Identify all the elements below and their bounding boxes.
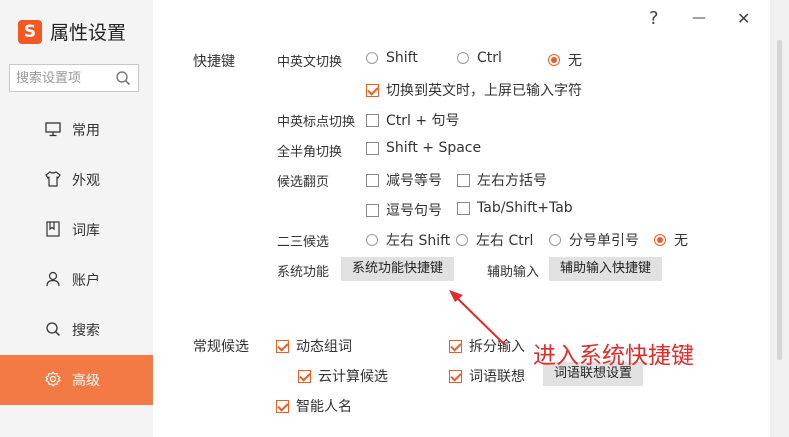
radio-label: 无 — [674, 233, 688, 249]
sidebar-item-advanced[interactable]: 高级 — [0, 355, 153, 405]
annotation-text: 进入系统快捷键 — [533, 343, 694, 369]
sidebar-item-label: 搜索 — [72, 323, 100, 339]
section-candidates-title: 常规候选 — [193, 339, 249, 355]
cn-en-switch-label: 中英文切换 — [277, 55, 343, 70]
checkbox-label: 逗号句号 — [386, 203, 442, 219]
checkbox-icon — [457, 201, 470, 215]
scrollbar-thumb[interactable] — [777, 40, 782, 360]
radio-icon — [366, 52, 378, 64]
checkbox-label: 动态组词 — [296, 339, 352, 355]
search-box[interactable] — [9, 64, 139, 92]
checkbox-checked-icon — [298, 369, 311, 383]
search-input[interactable] — [16, 70, 116, 86]
book-icon — [46, 221, 60, 237]
punct-switch-label: 中英标点切换 — [277, 115, 356, 130]
radio-icon — [456, 234, 468, 246]
app-header: S 属性设置 — [18, 18, 126, 45]
width-shift-space-checkbox[interactable]: Shift + Space — [366, 140, 481, 156]
shirt-icon — [45, 171, 61, 187]
radio-selected-icon — [654, 234, 666, 246]
sidebar-item-label: 常用 — [72, 123, 100, 139]
second-radio-none[interactable]: 无 — [654, 230, 688, 250]
radio-label: Ctrl — [477, 50, 502, 66]
checkbox-label: 智能人名 — [296, 399, 352, 415]
sidebar-item-search[interactable]: 搜索 — [0, 305, 153, 355]
checkbox-label: Ctrl + 句号 — [386, 113, 460, 129]
sidebar-item-label: 外观 — [72, 173, 100, 189]
radio-label: 分号单引号 — [569, 233, 639, 249]
cloud-candidate-checkbox[interactable]: 云计算候选 — [298, 366, 388, 386]
sidebar-item-common[interactable]: 常用 — [0, 105, 153, 155]
search-icon — [46, 322, 61, 337]
search-icon[interactable] — [115, 70, 131, 86]
page-tab-checkbox[interactable]: Tab/Shift+Tab — [457, 200, 573, 216]
checkbox-checked-icon — [366, 83, 379, 97]
cn-en-radio-none[interactable]: 无 — [548, 50, 582, 70]
checkbox-label: Tab/Shift+Tab — [477, 200, 573, 216]
checkbox-label: 词语联想 — [469, 369, 525, 385]
radio-label: Shift — [386, 50, 418, 66]
sogou-logo-icon: S — [18, 19, 42, 44]
smart-names-checkbox[interactable]: 智能人名 — [276, 396, 352, 416]
assist-shortcut-button[interactable]: 辅助输入快捷键 — [549, 257, 663, 281]
second-radio-shift[interactable]: 左右 Shift — [366, 230, 450, 250]
settings-panel: ? — ✕ 快捷键 中英文切换 Shift Ctrl 无 切换到英文时，上屏已输… — [153, 0, 770, 437]
monitor-icon — [45, 122, 61, 137]
help-button[interactable]: ? — [649, 8, 659, 29]
assist-input-label: 辅助输入 — [487, 265, 540, 280]
sidebar: S 属性设置 常用 外观 词库 账户 搜索 高级 — [0, 0, 153, 437]
checkbox-checked-icon — [276, 399, 289, 413]
commit-on-switch-checkbox[interactable]: 切换到英文时，上屏已输入字符 — [366, 80, 582, 100]
radio-label: 无 — [568, 53, 582, 69]
second-third-label: 二三候选 — [277, 235, 330, 250]
minimize-button[interactable]: — — [692, 10, 706, 26]
dynamic-phrase-checkbox[interactable]: 动态组词 — [276, 336, 352, 356]
radio-icon — [549, 234, 561, 246]
checkbox-label: 切换到英文时，上屏已输入字符 — [386, 83, 582, 99]
checkbox-label: 云计算候选 — [318, 369, 388, 385]
system-shortcut-button[interactable]: 系统功能快捷键 — [341, 257, 455, 281]
checkbox-icon — [366, 141, 379, 155]
sidebar-item-label: 账户 — [72, 273, 100, 289]
system-function-label: 系统功能 — [277, 265, 330, 280]
page-brackets-checkbox[interactable]: 左右方括号 — [457, 170, 547, 190]
radio-label: 左右 Shift — [386, 233, 451, 249]
second-radio-semicolon[interactable]: 分号单引号 — [549, 230, 639, 250]
checkbox-checked-icon — [449, 369, 462, 383]
radio-selected-icon — [548, 54, 560, 66]
cn-en-radio-shift[interactable]: Shift — [366, 50, 418, 66]
sidebar-nav: 常用 外观 词库 账户 搜索 高级 — [0, 105, 153, 405]
checkbox-icon — [366, 203, 379, 217]
section-shortcuts-title: 快捷键 — [193, 54, 235, 70]
page-minus-equal-checkbox[interactable]: 减号等号 — [366, 170, 442, 190]
sidebar-item-label: 词库 — [72, 223, 100, 239]
sidebar-item-account[interactable]: 账户 — [0, 255, 153, 305]
radio-label: 左右 Ctrl — [476, 233, 534, 249]
width-switch-label: 全半角切换 — [277, 145, 343, 160]
sidebar-item-dictionary[interactable]: 词库 — [0, 205, 153, 255]
checkbox-checked-icon — [276, 339, 289, 353]
annotation-arrow-icon — [449, 290, 506, 346]
user-icon — [46, 271, 60, 287]
radio-icon — [457, 52, 469, 64]
gear-icon — [45, 371, 61, 387]
close-button[interactable]: ✕ — [737, 9, 750, 28]
sidebar-item-appearance[interactable]: 外观 — [0, 155, 153, 205]
checkbox-icon — [457, 173, 470, 187]
second-radio-ctrl[interactable]: 左右 Ctrl — [456, 230, 533, 250]
scrollbar[interactable] — [770, 0, 789, 437]
punct-ctrl-period-checkbox[interactable]: Ctrl + 句号 — [366, 110, 460, 130]
page-comma-period-checkbox[interactable]: 逗号句号 — [366, 200, 442, 220]
word-association-checkbox[interactable]: 词语联想 — [449, 366, 525, 386]
checkbox-icon — [366, 173, 379, 187]
checkbox-label: Shift + Space — [386, 140, 482, 156]
checkbox-icon — [366, 113, 379, 127]
cn-en-radio-ctrl[interactable]: Ctrl — [457, 50, 502, 66]
page-turn-label: 候选翻页 — [277, 175, 330, 190]
radio-icon — [366, 234, 378, 246]
sidebar-item-label: 高级 — [72, 373, 100, 389]
checkbox-label: 减号等号 — [386, 173, 442, 189]
checkbox-label: 左右方括号 — [477, 173, 547, 189]
app-title: 属性设置 — [50, 22, 127, 44]
